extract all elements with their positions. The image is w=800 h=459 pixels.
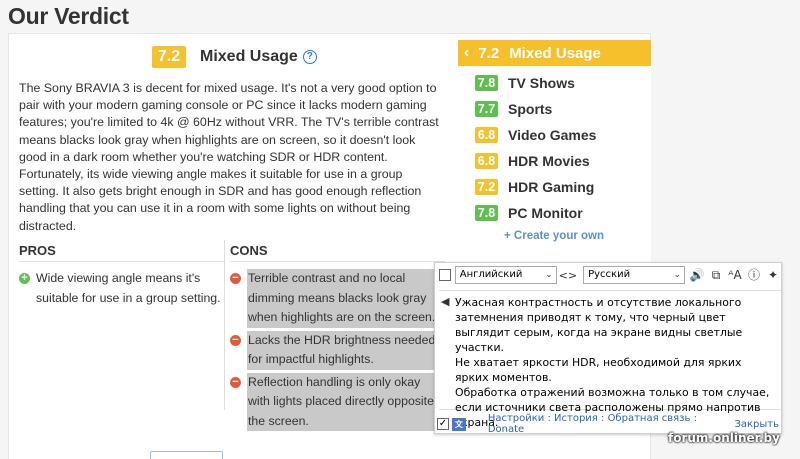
pros-heading: PROS xyxy=(19,240,224,262)
usage-label: PC Monitor xyxy=(508,205,583,221)
usage-score-badge: 6.8 xyxy=(475,153,498,169)
translator-tools: 🔊 ⧉ ᴬA ⓘ ✦ xyxy=(689,267,781,283)
usage-item-pc-monitor[interactable]: 7.8 PC Monitor xyxy=(475,200,596,226)
chevron-left-icon: ‹ xyxy=(464,44,470,61)
usage-item-tv-shows[interactable]: 7.8 TV Shows xyxy=(475,70,596,96)
usage-item-video-games[interactable]: 6.8 Video Games xyxy=(475,122,596,148)
cons-item: − Reflection handling is only okay with … xyxy=(230,372,445,431)
minus-icon: − xyxy=(230,376,241,388)
create-your-own-link[interactable]: + Create your own xyxy=(504,230,604,242)
usage-label: Video Games xyxy=(508,127,597,143)
cons-column: CONS − Terrible contrast and no local di… xyxy=(230,240,445,434)
usage-item-hdr-movies[interactable]: 6.8 HDR Movies xyxy=(475,148,596,174)
cons-item: − Lacks the HDR brightness needed for im… xyxy=(230,330,445,370)
chevron-down-icon: ⌄ xyxy=(545,270,553,280)
speaker-icon[interactable]: ◀ xyxy=(441,295,455,409)
usage-score-badge: 6.8 xyxy=(475,127,498,143)
pros-cons: PROS + Wide viewing angle means it's sui… xyxy=(19,240,449,434)
column-divider xyxy=(224,240,225,410)
sidebar-active-score: 7.2 xyxy=(478,44,500,62)
usage-label: HDR Gaming xyxy=(508,179,595,195)
help-icon[interactable]: ? xyxy=(302,50,317,64)
cons-item-text: Terrible contrast and no local dimming m… xyxy=(247,269,445,328)
verdict-title: Our Verdict xyxy=(8,3,129,29)
translate-icon[interactable]: 文 xyxy=(451,417,466,431)
enable-checkbox[interactable]: ✓ xyxy=(437,418,449,430)
watermark: forum.onliner.by xyxy=(668,431,780,445)
swap-languages-icon[interactable]: <> xyxy=(559,269,577,282)
speaker-icon[interactable]: 🔊 xyxy=(689,267,705,283)
translation-area: ◀ Ужасная контрастность и отсутствие лок… xyxy=(439,290,781,429)
pin-checkbox[interactable] xyxy=(439,269,451,281)
bottom-button[interactable] xyxy=(150,451,223,459)
usage-sidebar: ‹ 7.2 Mixed Usage 7.8 TV Shows 7.7 Sport… xyxy=(458,40,651,270)
target-language-select[interactable]: Русский ⌄ xyxy=(583,266,685,284)
font-size-icon[interactable]: ᴬA xyxy=(727,267,743,283)
main-usage-label: Mixed Usage xyxy=(200,48,298,65)
usage-score-badge: 7.7 xyxy=(475,101,498,117)
usage-score-badge: 7.8 xyxy=(475,75,498,91)
settings-link[interactable]: Настройки xyxy=(488,413,544,424)
pros-item-text: Wide viewing angle means it's suitable f… xyxy=(36,271,221,305)
target-language-value: Русский xyxy=(588,269,631,280)
sidebar-active-usage[interactable]: ‹ 7.2 Mixed Usage xyxy=(458,40,651,66)
translation-line: Ужасная контрастность и отсутствие локал… xyxy=(455,296,743,354)
cons-item-text: Lacks the HDR brightness needed for impa… xyxy=(247,330,445,370)
plus-icon: + xyxy=(19,273,30,284)
copy-icon[interactable]: ⧉ xyxy=(708,267,724,283)
usage-label: Sports xyxy=(508,101,553,117)
source-language-value: Английский xyxy=(459,269,523,280)
translator-popup: Английский ⌄ <> Русский ⌄ 🔊 ⧉ ᴬA ⓘ ✦ ◀ У… xyxy=(434,262,782,435)
usage-list: 7.8 TV Shows 7.7 Sports 6.8 Video Games … xyxy=(475,70,596,226)
usage-label: TV Shows xyxy=(508,75,575,91)
cons-item-text: Reflection handling is only okay with li… xyxy=(247,372,445,431)
translator-toolbar: Английский ⌄ <> Русский ⌄ 🔊 ⧉ ᴬA ⓘ ✦ xyxy=(435,263,781,287)
help-circle-icon[interactable]: ⓘ xyxy=(746,267,762,283)
usage-label: HDR Movies xyxy=(508,153,590,169)
pros-item: + Wide viewing angle means it's suitable… xyxy=(19,269,224,308)
pros-column: PROS + Wide viewing angle means it's sui… xyxy=(19,240,224,434)
close-link[interactable]: Закрыть xyxy=(734,419,779,430)
pin-icon[interactable]: ✦ xyxy=(765,267,781,283)
feedback-link[interactable]: Обратная связь xyxy=(608,413,691,424)
donate-link[interactable]: Donate xyxy=(488,424,524,435)
sidebar-active-label: Mixed Usage xyxy=(509,44,601,62)
usage-score-badge: 7.8 xyxy=(475,205,498,221)
main-score-badge: 7.2 xyxy=(152,46,186,68)
chevron-down-icon: ⌄ xyxy=(673,270,681,280)
usage-score-badge: 7.2 xyxy=(475,179,498,195)
minus-icon: − xyxy=(230,334,241,346)
main-score-header: 7.2 Mixed Usage ? xyxy=(152,46,317,68)
usage-item-hdr-gaming[interactable]: 7.2 HDR Gaming xyxy=(475,174,596,200)
usage-item-sports[interactable]: 7.7 Sports xyxy=(475,96,596,122)
cons-item: − Terrible contrast and no local dimming… xyxy=(230,269,445,328)
translation-line: Не хватает яркости HDR, необходимой для … xyxy=(455,356,742,384)
translation-text: Ужасная контрастность и отсутствие локал… xyxy=(455,295,775,429)
verdict-description: The Sony BRAVIA 3 is decent for mixed us… xyxy=(19,81,439,233)
source-language-select[interactable]: Английский ⌄ xyxy=(454,266,557,284)
history-link[interactable]: История xyxy=(554,413,598,424)
cons-heading: CONS xyxy=(230,240,445,262)
minus-icon: − xyxy=(230,273,241,284)
